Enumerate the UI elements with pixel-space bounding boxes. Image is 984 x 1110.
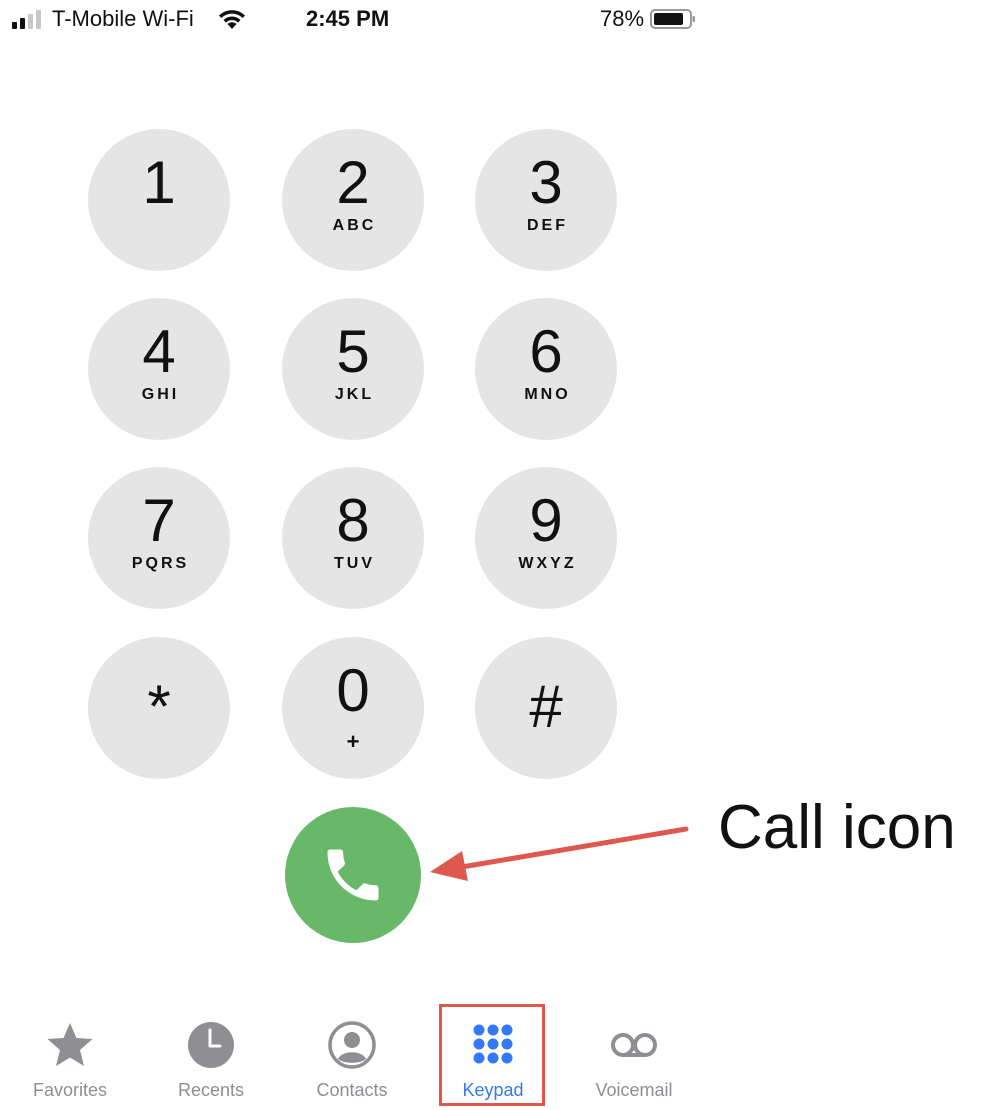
signal-bars-icon — [12, 10, 41, 29]
key-6[interactable]: 6 MNO — [475, 298, 617, 440]
tab-recents[interactable]: Recents — [141, 1018, 281, 1108]
key-digit: 7 — [142, 487, 176, 554]
status-bar: T-Mobile Wi-Fi 2:45 PM 78% — [0, 0, 984, 40]
key-digit: 3 — [529, 149, 563, 216]
tab-label: Keypad — [462, 1080, 524, 1100]
key-letters: MNO — [524, 386, 571, 403]
key-letters: DEF — [527, 217, 568, 234]
key-letters: WXYZ — [518, 555, 577, 572]
key-9[interactable]: 9 WXYZ — [475, 467, 617, 609]
key-4[interactable]: 4 GHI — [88, 298, 230, 440]
key-7[interactable]: 7 PQRS — [88, 467, 230, 609]
status-time: 2:45 PM — [306, 6, 390, 31]
key-digit: 6 — [529, 318, 563, 385]
battery-percentage: 78% — [600, 6, 645, 31]
tab-label: Favorites — [32, 1080, 108, 1100]
voicemail-icon — [611, 1033, 657, 1057]
call-icon-annotation: Call icon — [718, 793, 956, 862]
annotation-arrow — [430, 826, 689, 881]
key-hash[interactable]: # — [475, 637, 617, 779]
key-2[interactable]: 2 ABC — [282, 129, 424, 271]
key-digit: 8 — [336, 487, 370, 554]
tab-label: Voicemail — [595, 1080, 673, 1100]
tab-keypad[interactable]: Keypad — [423, 1018, 563, 1108]
key-3[interactable]: 3 DEF — [475, 129, 617, 271]
tab-label: Recents — [177, 1080, 245, 1100]
key-letters: TUV — [334, 555, 375, 572]
key-8[interactable]: 8 TUV — [282, 467, 424, 609]
key-digit: * — [147, 673, 171, 740]
key-digit: 5 — [336, 318, 370, 385]
star-icon — [47, 1023, 93, 1066]
key-digit: 9 — [529, 487, 563, 554]
key-digit: 0 — [336, 657, 370, 724]
key-5[interactable]: 5 JKL — [282, 298, 424, 440]
keypad-grid-icon — [473, 1024, 513, 1064]
key-digit: 1 — [142, 149, 176, 216]
phone-dialer-screen: T-Mobile Wi-Fi 2:45 PM 78% 1 2 ABC 3 DEF — [0, 0, 984, 1110]
call-button[interactable] — [285, 807, 421, 943]
clock-icon — [188, 1022, 234, 1068]
phone-icon — [327, 849, 379, 901]
key-1[interactable]: 1 — [88, 129, 230, 271]
tab-voicemail[interactable]: Voicemail — [564, 1018, 704, 1108]
person-circle-icon — [328, 1021, 376, 1069]
key-letters: ABC — [332, 217, 377, 234]
tab-contacts[interactable]: Contacts — [282, 1018, 422, 1108]
battery-icon — [650, 9, 695, 29]
key-letters: PQRS — [131, 555, 190, 572]
carrier-name: T-Mobile Wi-Fi — [52, 6, 194, 31]
tab-label: Contacts — [316, 1080, 388, 1100]
key-letters: GHI — [141, 386, 180, 403]
key-digit: 4 — [142, 318, 176, 385]
wifi-icon — [219, 10, 245, 29]
key-star[interactable]: * — [88, 637, 230, 779]
key-digit: 2 — [336, 149, 370, 216]
key-0[interactable]: 0 + — [282, 637, 424, 779]
key-letters: JKL — [334, 386, 375, 403]
tab-favorites[interactable]: Favorites — [0, 1018, 140, 1108]
key-digit: # — [529, 673, 563, 740]
key-letters: + — [346, 729, 360, 754]
